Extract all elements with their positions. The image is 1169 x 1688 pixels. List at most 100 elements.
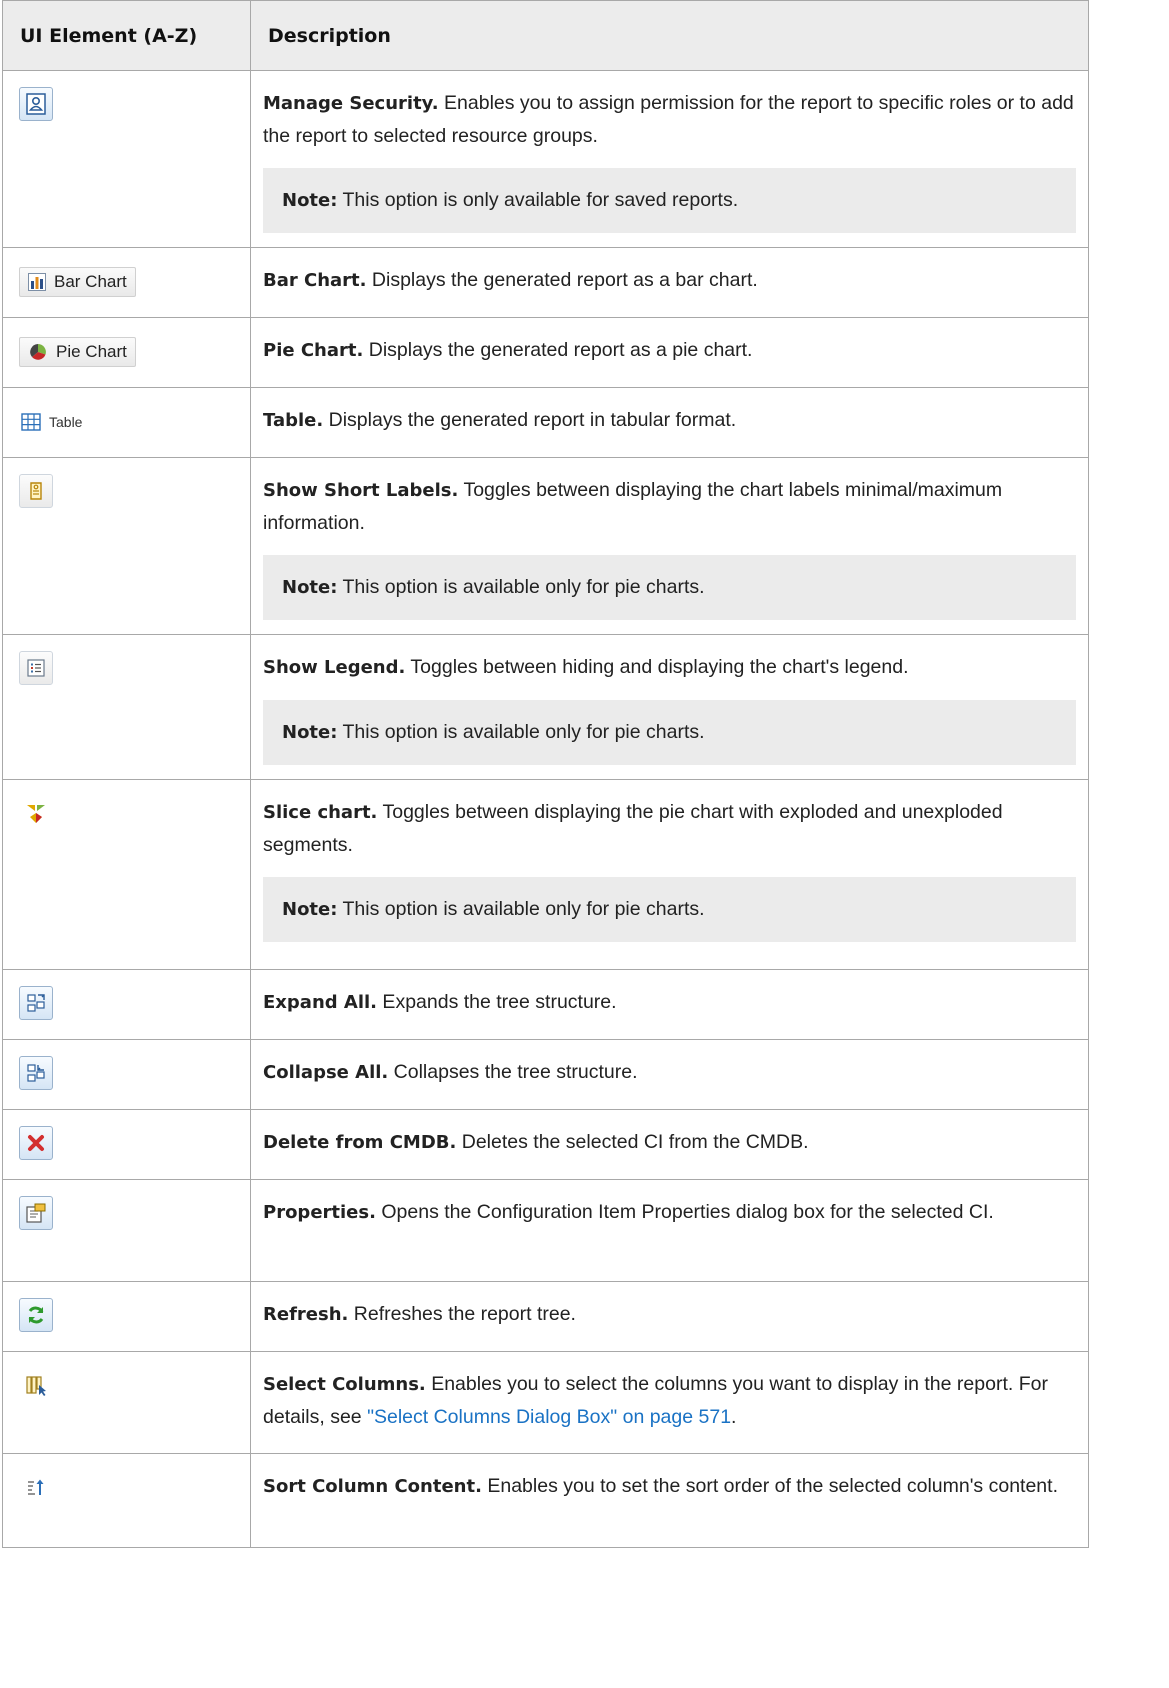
table-row: Show Legend. Toggles between hiding and … [2, 634, 1089, 780]
note-label: Note: [282, 577, 338, 598]
element-title: Properties. [263, 1202, 376, 1223]
table-row: Select Columns. Enables you to select th… [2, 1351, 1089, 1454]
element-description: Displays the generated report as a pie c… [363, 339, 753, 361]
ui-element-cell: Bar Chart [2, 247, 251, 318]
element-title: Refresh. [263, 1304, 349, 1325]
ui-element-cell [2, 1351, 251, 1454]
manage-security-icon [19, 87, 53, 121]
element-title: Show Legend. [263, 657, 406, 678]
note-label: Note: [282, 899, 338, 920]
element-description: Toggles between hiding and displaying th… [405, 656, 909, 678]
table-header-row: UI Element (A-Z) Description [2, 0, 1089, 71]
element-title: Table. [263, 410, 324, 431]
table-row: Pie Chart Pie Chart. Displays the genera… [2, 317, 1089, 388]
note-box: Note: This option is available only for … [263, 555, 1076, 620]
ui-element-cell [2, 779, 251, 970]
description-cell: Pie Chart. Displays the generated report… [250, 317, 1089, 388]
element-description: Displays the generated report as a bar c… [366, 269, 758, 291]
header-ui-element: UI Element (A-Z) [2, 0, 251, 71]
description-cell: Select Columns. Enables you to select th… [250, 1351, 1089, 1454]
description-cell: Sort Column Content. Enables you to set … [250, 1453, 1089, 1548]
ui-element-cell [2, 70, 251, 248]
table-row: Delete from CMDB. Deletes the selected C… [2, 1109, 1089, 1180]
expand-all-icon [19, 986, 53, 1020]
description-cell: Delete from CMDB. Deletes the selected C… [250, 1109, 1089, 1180]
table-row: Refresh. Refreshes the report tree. [2, 1281, 1089, 1352]
description-cell: Bar Chart. Displays the generated report… [250, 247, 1089, 318]
note-text: This option is available only for pie ch… [337, 898, 705, 920]
table-button: Table [19, 407, 90, 437]
table-row: Properties. Opens the Configuration Item… [2, 1179, 1089, 1282]
ui-element-cell [2, 1453, 251, 1548]
element-description: Refreshes the report tree. [348, 1303, 576, 1325]
element-description: Deletes the selected CI from the CMDB. [456, 1131, 809, 1153]
note-text: This option is available only for pie ch… [337, 721, 705, 743]
table-row: Manage Security. Enables you to assign p… [2, 70, 1089, 248]
element-title: Delete from CMDB. [263, 1132, 457, 1153]
ui-element-cell: Pie Chart [2, 317, 251, 388]
table-row: Expand All. Expands the tree structure. [2, 969, 1089, 1040]
element-title: Manage Security. [263, 93, 439, 114]
pie-chart-icon [30, 344, 46, 360]
note-text: This option is only available for saved … [337, 189, 739, 211]
note-text: This option is available only for pie ch… [337, 576, 705, 598]
description-cell: Table. Displays the generated report in … [250, 387, 1089, 458]
description-cell: Show Legend. Toggles between hiding and … [250, 634, 1089, 780]
ui-element-cell [2, 634, 251, 780]
bar-chart-button-label: Bar Chart [54, 272, 127, 291]
table-row: Bar Chart Bar Chart. Displays the genera… [2, 247, 1089, 318]
element-title: Sort Column Content. [263, 1476, 482, 1497]
note-label: Note: [282, 190, 338, 211]
ui-element-cell [2, 1281, 251, 1352]
table-row: Collapse All. Collapses the tree structu… [2, 1039, 1089, 1110]
element-description: Expands the tree structure. [377, 991, 617, 1013]
legend-icon [19, 651, 53, 685]
description-cell: Refresh. Refreshes the report tree. [250, 1281, 1089, 1352]
slice-chart-icon [19, 796, 53, 830]
collapse-all-icon [19, 1056, 53, 1090]
note-box: Note: This option is available only for … [263, 877, 1076, 942]
note-box: Note: This option is available only for … [263, 700, 1076, 765]
table-row: Show Short Labels. Toggles between displ… [2, 457, 1089, 635]
element-description-end: . [731, 1406, 737, 1428]
element-title: Bar Chart. [263, 270, 367, 291]
properties-icon [19, 1196, 53, 1230]
bar-chart-button: Bar Chart [19, 267, 136, 297]
ui-element-cell [2, 1109, 251, 1180]
description-cell: Properties. Opens the Configuration Item… [250, 1179, 1089, 1282]
element-title: Expand All. [263, 992, 378, 1013]
ui-element-cell [2, 1179, 251, 1282]
table-row: Sort Column Content. Enables you to set … [2, 1453, 1089, 1548]
description-cell: Manage Security. Enables you to assign p… [250, 70, 1089, 248]
table-icon [21, 413, 41, 431]
table-row: Slice chart. Toggles between displaying … [2, 779, 1089, 970]
sort-column-icon [19, 1470, 53, 1504]
note-label: Note: [282, 722, 338, 743]
pie-chart-button: Pie Chart [19, 337, 136, 367]
note-box: Note: This option is only available for … [263, 168, 1076, 233]
description-cell: Collapse All. Collapses the tree structu… [250, 1039, 1089, 1110]
header-description: Description [250, 0, 1089, 71]
element-description: Collapses the tree structure. [388, 1061, 638, 1083]
table-row: Table Table. Displays the generated repo… [2, 387, 1089, 458]
ui-elements-table: UI Element (A-Z) Description Manage Secu… [2, 0, 1089, 1548]
bar-chart-icon [28, 273, 46, 291]
select-columns-icon [19, 1368, 53, 1402]
element-description: Displays the generated report in tabular… [323, 409, 737, 431]
element-title: Select Columns. [263, 1374, 426, 1395]
ui-element-cell: Table [2, 387, 251, 458]
ui-element-cell [2, 969, 251, 1040]
select-columns-dialog-link[interactable]: "Select Columns Dialog Box" on page 571 [367, 1406, 731, 1428]
element-title: Show Short Labels. [263, 480, 459, 501]
ui-element-cell [2, 1039, 251, 1110]
delete-icon [19, 1126, 53, 1160]
element-title: Slice chart. [263, 802, 378, 823]
element-description: Enables you to set the sort order of the… [481, 1475, 1058, 1497]
element-title: Collapse All. [263, 1062, 389, 1083]
description-cell: Expand All. Expands the tree structure. [250, 969, 1089, 1040]
short-labels-icon [19, 474, 53, 508]
pie-chart-button-label: Pie Chart [56, 342, 127, 361]
description-cell: Slice chart. Toggles between displaying … [250, 779, 1089, 970]
element-title: Pie Chart. [263, 340, 364, 361]
description-cell: Show Short Labels. Toggles between displ… [250, 457, 1089, 635]
